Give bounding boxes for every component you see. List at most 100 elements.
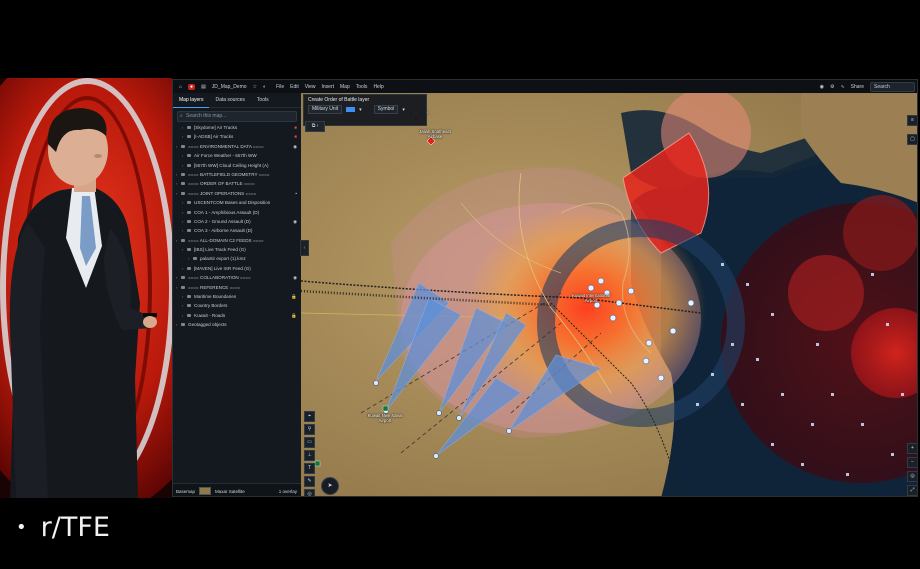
chevron-down-icon[interactable]: ▾ (359, 107, 362, 113)
menu-map[interactable]: Map (340, 84, 350, 90)
visibility-icon[interactable]: • (295, 189, 297, 198)
chevron-right-icon[interactable]: › (188, 254, 189, 263)
text-tool-icon[interactable]: T (304, 463, 315, 474)
zoom-out-icon[interactable]: − (907, 457, 917, 468)
collapse-sidebar-button[interactable]: ‹ (300, 240, 309, 256)
lock-icon[interactable]: 🔒 (291, 311, 297, 320)
tab-tools[interactable]: Tools (251, 93, 275, 107)
chevron-right-icon[interactable]: › (182, 301, 183, 310)
layer-label: ==== ORDER OF BATTLE ==== (188, 181, 255, 187)
visibility-icon[interactable]: ◉ (293, 217, 297, 226)
layer-row[interactable]: › COA 1 - Amphibious Assault (D) (173, 208, 301, 217)
layer-search-input[interactable]: ⌕ Search this map... (177, 111, 297, 122)
chevron-right-icon[interactable]: › (182, 151, 183, 160)
chevron-right-icon[interactable]: › (176, 283, 177, 292)
document-icon: ▤ (201, 83, 206, 90)
layer-row[interactable]: › Geotagged objects (173, 320, 301, 329)
basemap-thumbnail[interactable] (199, 487, 212, 495)
chevron-right-icon[interactable]: › (182, 161, 183, 170)
military-unit-select[interactable]: Military Unit (308, 105, 343, 114)
chevron-right-icon[interactable]: › (182, 292, 183, 301)
chevron-right-icon[interactable]: › (176, 170, 177, 179)
list-icon[interactable]: ≡ (907, 115, 917, 126)
layer-row[interactable]: › Maritime Boundaries 🔒 (173, 292, 301, 301)
layer-row[interactable]: › [Skydome] Air Tracks ■ (173, 123, 301, 132)
menu-view[interactable]: View (305, 84, 316, 90)
comment-icon[interactable]: ▢ (907, 134, 917, 145)
alert-icon[interactable]: ■ (294, 123, 297, 132)
menu-insert[interactable]: Insert (322, 84, 335, 90)
menu-tools[interactable]: Tools (356, 84, 368, 90)
map-canvas[interactable]: Jualah Highway Site Jaliah Southeast Air… (301, 93, 917, 496)
document-name[interactable]: JD_Map_Demo (212, 84, 247, 90)
pin-tool-icon[interactable]: ⚲ (304, 424, 315, 435)
chevron-right-icon[interactable]: › (176, 179, 177, 188)
layer-row[interactable]: › ==== BATTLEFIELD GEOMETRY ==== (173, 170, 301, 179)
layer-row[interactable]: › ==== ORDER OF BATTLE ==== (173, 179, 301, 188)
chevron-right-icon[interactable]: › (176, 273, 177, 282)
layer-row[interactable]: › COA 3 - Airborne Assault (D) (173, 226, 301, 235)
target-tool-icon[interactable]: ◎ (304, 489, 315, 496)
menu-file[interactable]: File (276, 84, 284, 90)
layer-row[interactable]: › [MAVEN] Live ISR Feed (G) (173, 264, 301, 273)
chevron-right-icon[interactable]: › (176, 236, 177, 245)
folder-icon (187, 154, 191, 158)
layer-row[interactable]: › Kuwait - Roads 🔒 (173, 311, 301, 320)
measure-tool-icon[interactable]: ⊥ (304, 450, 315, 461)
layer-row[interactable]: › [IBS] Live Track Feed (G) (173, 245, 301, 254)
layer-row[interactable]: › [557th WW] Cloud Ceiling Height (A) (173, 161, 301, 170)
layer-row[interactable]: › ==== ENVIRONMENTAL DATA ==== ◉ (173, 142, 301, 151)
chevron-right-icon[interactable]: › (182, 217, 183, 226)
layer-row[interactable]: › palantir export (1).kmz (173, 254, 301, 263)
menu-edit[interactable]: Edit (290, 84, 299, 90)
basemap-name[interactable]: Maxar Satellite (215, 489, 245, 494)
select-tool-icon[interactable]: ⌖ (304, 411, 315, 422)
compass-icon[interactable]: ➤ (321, 477, 339, 495)
activity-icon[interactable]: ∿ (840, 84, 844, 90)
chevron-right-icon[interactable]: › (182, 245, 183, 254)
home-icon[interactable]: ⌂ (179, 84, 182, 90)
chevron-right-icon[interactable]: › (182, 198, 183, 207)
global-search-input[interactable]: Search (870, 81, 915, 92)
unit-color-swatch[interactable] (346, 107, 356, 112)
layer-row[interactable]: › Country Borders (173, 301, 301, 310)
settings-icon[interactable]: ⚙ (830, 84, 834, 90)
chevron-right-icon[interactable]: › (182, 311, 183, 320)
chevron-right-icon[interactable]: › (176, 142, 177, 151)
chevron-right-icon[interactable]: › (182, 132, 183, 141)
locate-icon[interactable]: ◎ (907, 471, 917, 482)
star-icon[interactable]: ☆ (253, 84, 257, 90)
chevron-down-icon[interactable]: ▾ (402, 107, 405, 113)
layer-tool-button[interactable]: ⧉ › (305, 121, 325, 132)
alert-icon[interactable]: ■ (294, 132, 297, 141)
fullscreen-icon[interactable]: ⤢ (907, 485, 917, 496)
visibility-icon[interactable]: ◉ (293, 142, 297, 151)
chevron-right-icon[interactable]: › (176, 189, 177, 198)
pen-tool-icon[interactable]: ✎ (304, 476, 315, 487)
tab-data-sources[interactable]: Data sources (209, 93, 250, 107)
layer-row[interactable]: › ==== JOINT OPERATIONS ==== • (173, 189, 301, 198)
shield-icon: ◐ (263, 83, 267, 90)
zoom-in-icon[interactable]: + (907, 443, 917, 454)
visibility-icon[interactable]: ◉ (293, 273, 297, 282)
draw-tool-icon[interactable]: ▭ (304, 437, 315, 448)
layer-row[interactable]: › ==== COLLABORATION ==== ◉ (173, 273, 301, 282)
layer-row[interactable]: › [I-ADSB] Air Tracks ■ (173, 132, 301, 141)
lock-icon[interactable]: 🔒 (291, 292, 297, 301)
layer-row[interactable]: › COA 2 - Ground Assault (D) ◉ (173, 217, 301, 226)
chevron-right-icon[interactable]: › (182, 208, 183, 217)
chevron-right-icon[interactable]: › (182, 264, 183, 273)
chevron-right-icon[interactable]: › (182, 226, 183, 235)
user-avatar-icon[interactable]: ◉ (820, 84, 824, 90)
chevron-right-icon[interactable]: › (176, 320, 177, 329)
share-button[interactable]: Share (851, 84, 864, 90)
tab-map-layers[interactable]: Map layers (173, 93, 210, 108)
chevron-right-icon[interactable]: › (182, 123, 183, 132)
layer-row[interactable]: › ==== ALL-DOMAIN C2 FEEDS ==== (173, 236, 301, 245)
symbol-select[interactable]: Symbol (373, 105, 399, 114)
menu-help[interactable]: Help (373, 84, 383, 90)
basemap-bar[interactable]: Basemap Maxar Satellite 1 overlay (173, 483, 301, 496)
layer-row[interactable]: › Air Force Weather - 557th WW (173, 151, 301, 160)
layer-row[interactable]: › ==== REFERENCE ==== (173, 283, 301, 292)
layer-row[interactable]: › USCENTCOM Bases and Disposition (173, 198, 301, 207)
